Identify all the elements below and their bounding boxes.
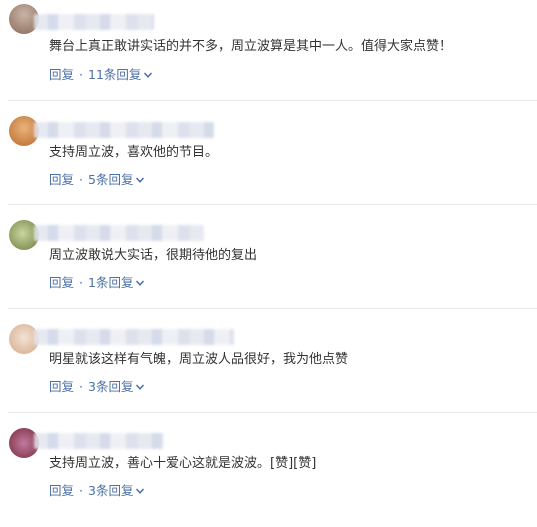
comment-actions: 回复 · 11条回复 [49,66,153,84]
comment-item: 周立波敢说大实话，很期待他的复出 回复 · 1条回复 [0,205,537,308]
comment-text: 舞台上真正敢讲实话的并不多，周立波算是其中一人。值得大家点赞！ [49,39,453,54]
username-redacted[interactable] [34,14,154,30]
comment-item: 支持周立波，善心十爱心这就是波波。[赞][赞] 回复 · 3条回复 [0,413,537,527]
comment-actions: 回复 · 1条回复 [49,274,145,292]
comment-actions: 回复 · 3条回复 [49,378,145,396]
separator: · [79,379,83,394]
chevron-down-icon[interactable] [135,486,145,496]
comment-item: 舞台上真正敢讲实话的并不多，周立波算是其中一人。值得大家点赞！ 回复 · 11条… [0,0,537,100]
comment-item: 支持周立波，喜欢他的节目。 回复 · 5条回复 [0,101,537,204]
reply-count-link[interactable]: 3条回复 [88,378,133,396]
reply-button[interactable]: 回复 [49,482,74,500]
comment-text: 周立波敢说大实话，很期待他的复出 [49,248,258,263]
username-redacted[interactable] [34,433,164,449]
comment-actions: 回复 · 3条回复 [49,482,145,500]
reply-button[interactable]: 回复 [49,66,74,84]
separator: · [79,172,83,187]
comment-text: 明星就该这样有气魄，周立波人品很好，我为他点赞 [49,352,349,367]
reply-count-link[interactable]: 3条回复 [88,482,133,500]
chevron-down-icon[interactable] [135,382,145,392]
reply-button[interactable]: 回复 [49,274,74,292]
reply-count-link[interactable]: 1条回复 [88,274,133,292]
reply-count-link[interactable]: 11条回复 [88,66,141,84]
username-redacted[interactable] [34,225,204,241]
separator: · [79,275,83,290]
comment-text: 支持周立波，喜欢他的节目。 [49,145,219,160]
comment-text: 支持周立波，善心十爱心这就是波波。[赞][赞] [49,456,317,471]
separator: · [79,483,83,498]
reply-button[interactable]: 回复 [49,171,74,189]
chevron-down-icon[interactable] [135,278,145,288]
comment-item: 明星就该这样有气魄，周立波人品很好，我为他点赞 回复 · 3条回复 [0,309,537,412]
reply-button[interactable]: 回复 [49,378,74,396]
username-redacted[interactable] [34,329,234,345]
comment-actions: 回复 · 5条回复 [49,171,145,189]
chevron-down-icon[interactable] [143,70,153,80]
reply-count-link[interactable]: 5条回复 [88,171,133,189]
separator: · [79,67,83,82]
username-redacted[interactable] [34,122,214,138]
chevron-down-icon[interactable] [135,175,145,185]
